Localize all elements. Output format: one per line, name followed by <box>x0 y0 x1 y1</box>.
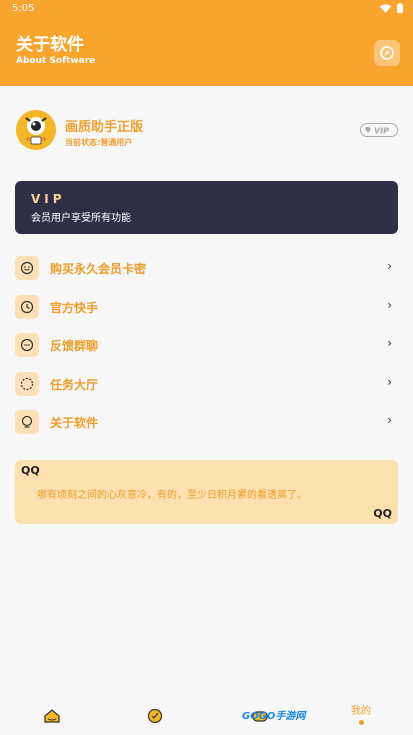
info-icon <box>15 410 39 434</box>
watermark-logo: GOGO手游网 <box>242 711 306 722</box>
status-bar: 5:05 <box>0 0 413 18</box>
avatar[interactable] <box>16 110 56 150</box>
vip-badge-icon: VIP <box>360 123 398 137</box>
chevron-right-icon: › <box>387 374 392 389</box>
status-icons <box>380 3 403 13</box>
vip-title: VIP <box>31 192 66 206</box>
chat-icon <box>15 333 39 357</box>
nav-explore[interactable] <box>135 696 175 735</box>
profile-name: 画质助手正版 <box>65 120 144 135</box>
clock-icon <box>15 294 39 319</box>
page-subtitle: About Software <box>16 56 96 66</box>
wifi-icon <box>380 3 391 13</box>
menu-item-label: 购买永久会员卡密 <box>50 262 147 276</box>
avatar-image <box>16 110 56 150</box>
nav-mine-label: 我的 <box>351 706 371 717</box>
menu-item-task-hall[interactable]: 任务大厅 › <box>15 365 398 404</box>
bottom-nav: 我的 <box>0 696 413 735</box>
battery-icon <box>397 3 403 13</box>
chevron-right-icon: › <box>387 259 392 273</box>
vip-card[interactable]: VIP 会员用户享受所有功能 <box>15 181 398 234</box>
menu-item-label: 官方快手 <box>50 300 99 315</box>
menu-item-about-software[interactable]: 关于软件 › <box>15 403 398 442</box>
active-dot <box>358 720 364 725</box>
chevron-right-icon: › <box>387 297 392 312</box>
vip-description: 会员用户享受所有功能 <box>31 213 131 224</box>
profile-status: 当前状态:普通用户 <box>65 138 133 147</box>
vip-badge: VIP <box>360 122 398 141</box>
nav-home[interactable] <box>32 696 72 735</box>
quote-card: QQ 哪有顷刻之间的心灰意冷，有的，至少日积月累的看透离了。 QQ <box>15 460 398 524</box>
chevron-right-icon: › <box>387 336 392 350</box>
menu-item-buy-card[interactable]: 购买永久会员卡密 › <box>15 249 398 288</box>
status-time: 5:05 <box>12 3 35 14</box>
menu-list: 购买永久会员卡密 › 官方快手 › 反馈群聊 › 任务大厅 › 关于软件 › <box>15 249 398 442</box>
menu-item-feedback-group[interactable]: 反馈群聊 › <box>15 326 398 365</box>
chevron-right-icon: › <box>387 413 392 427</box>
menu-item-label: 关于软件 <box>50 416 99 430</box>
explore-icon <box>147 708 163 723</box>
profile-section: 画质助手正版 当前状态:普通用户 VIP <box>16 110 398 152</box>
nav-mine[interactable]: 我的 <box>341 696 381 735</box>
compass-button[interactable] <box>374 40 400 66</box>
menu-item-label: 任务大厅 <box>50 377 99 392</box>
quote-close-icon: QQ <box>373 507 392 520</box>
quote-open-icon: QQ <box>21 464 40 477</box>
home-icon <box>44 708 60 723</box>
menu-item-official-kuaishou[interactable]: 官方快手 › <box>15 288 398 327</box>
card-icon <box>15 256 39 280</box>
compass-icon <box>380 46 394 60</box>
page-title: 关于软件 <box>16 35 84 55</box>
quote-text: 哪有顷刻之间的心灰意冷，有的，至少日积月累的看透离了。 <box>37 490 307 501</box>
menu-item-label: 反馈群聊 <box>50 339 99 353</box>
task-icon <box>15 371 39 396</box>
app-header: 关于软件 About Software <box>0 18 413 86</box>
svg-text:VIP: VIP <box>374 127 389 136</box>
